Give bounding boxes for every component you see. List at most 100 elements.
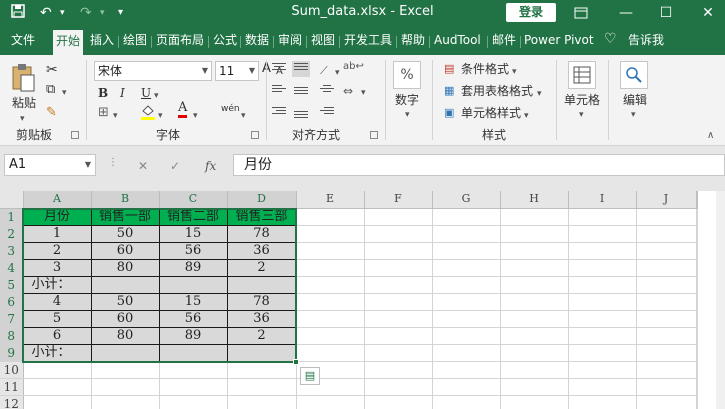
font-color-icon[interactable]: A bbox=[178, 101, 188, 118]
paste-icon[interactable] bbox=[10, 63, 36, 97]
row-header-6[interactable]: 6 bbox=[0, 293, 24, 311]
cells-dropdown-icon[interactable]: ▾ bbox=[579, 107, 584, 123]
empty-cell[interactable] bbox=[636, 395, 697, 409]
clipboard-launcher-icon[interactable] bbox=[71, 131, 79, 139]
empty-cell[interactable] bbox=[432, 242, 501, 260]
italic-button[interactable]: I bbox=[120, 85, 125, 101]
empty-cell[interactable] bbox=[296, 259, 365, 277]
column-header-j[interactable]: J bbox=[636, 191, 697, 209]
empty-cell[interactable] bbox=[636, 361, 697, 379]
empty-cell[interactable] bbox=[696, 208, 698, 226]
wrap-text-icon[interactable]: ab↩ bbox=[343, 59, 364, 75]
orientation-dropdown-icon[interactable]: ▾ bbox=[335, 65, 340, 81]
column-header-i[interactable]: I bbox=[568, 191, 637, 209]
table-header-cell[interactable]: 销售二部 bbox=[158, 207, 228, 226]
empty-cell[interactable] bbox=[364, 208, 433, 226]
empty-cell[interactable] bbox=[23, 378, 92, 396]
row-header-4[interactable]: 4 bbox=[0, 259, 24, 277]
table-cell[interactable]: 2 bbox=[226, 258, 297, 277]
table-cell[interactable] bbox=[90, 343, 160, 362]
empty-cell[interactable] bbox=[296, 327, 365, 345]
row-header-2[interactable]: 2 bbox=[0, 225, 24, 243]
orientation-icon[interactable]: ⟋ bbox=[320, 63, 328, 79]
underline-dropdown-icon[interactable]: ▾ bbox=[154, 88, 159, 104]
tab-home[interactable]: 开始 bbox=[53, 30, 84, 55]
worksheet-grid[interactable]: A B C D E F G H I J 1 月份 销售一部 销售二部 销售三部 2 1 50 15 78 3 2 60 56 3… bbox=[0, 191, 725, 409]
column-header-h[interactable]: H bbox=[500, 191, 569, 209]
empty-cell[interactable] bbox=[432, 310, 501, 328]
font-launcher-icon[interactable] bbox=[251, 131, 259, 139]
fill-handle[interactable] bbox=[293, 359, 299, 365]
align-center-icon[interactable] bbox=[318, 83, 336, 99]
empty-cell[interactable] bbox=[227, 361, 297, 379]
ribbon-display-icon[interactable] bbox=[566, 2, 596, 24]
copy-dropdown-icon[interactable]: ▾ bbox=[62, 85, 67, 101]
row-header-8[interactable]: 8 bbox=[0, 327, 24, 345]
column-header-a[interactable]: A bbox=[23, 191, 92, 209]
align-left-icon[interactable] bbox=[270, 83, 288, 99]
maximize-icon[interactable]: ☐ bbox=[651, 2, 681, 24]
empty-cell[interactable] bbox=[500, 208, 569, 226]
table-cell[interactable]: 56 bbox=[158, 309, 228, 328]
number-format-icon[interactable]: % bbox=[393, 61, 421, 89]
table-cell[interactable]: 36 bbox=[226, 309, 297, 328]
cancel-icon[interactable]: ✕ bbox=[138, 159, 148, 173]
empty-cell[interactable] bbox=[500, 259, 569, 277]
minimize-icon[interactable]: — bbox=[611, 2, 641, 24]
empty-cell[interactable] bbox=[636, 310, 697, 328]
vertical-scrollbar[interactable] bbox=[716, 191, 725, 409]
empty-cell[interactable] bbox=[636, 344, 697, 362]
table-header-cell[interactable]: 销售三部 bbox=[226, 207, 297, 226]
paste-label[interactable]: 粘贴 bbox=[12, 95, 36, 111]
row-header-7[interactable]: 7 bbox=[0, 310, 24, 328]
empty-cell[interactable] bbox=[432, 327, 501, 345]
empty-cell[interactable] bbox=[696, 327, 698, 345]
collapse-ribbon-icon[interactable]: ∧ bbox=[707, 128, 714, 144]
conditional-format-button[interactable]: 条件格式 bbox=[461, 61, 509, 77]
tab-help[interactable]: 帮助 bbox=[401, 32, 425, 49]
cell-styles-icon[interactable]: ▣ bbox=[444, 105, 454, 121]
empty-cell[interactable] bbox=[568, 242, 637, 260]
empty-cell[interactable] bbox=[432, 208, 501, 226]
table-cell[interactable]: 80 bbox=[90, 326, 160, 345]
empty-cell[interactable] bbox=[23, 395, 92, 409]
table-cell[interactable]: 78 bbox=[226, 292, 297, 311]
row-header-12[interactable]: 12 bbox=[0, 395, 24, 409]
column-header-c[interactable]: C bbox=[159, 191, 228, 209]
empty-cell[interactable] bbox=[696, 259, 698, 277]
empty-cell[interactable] bbox=[500, 344, 569, 362]
empty-cell[interactable] bbox=[500, 395, 569, 409]
fill-color-icon[interactable] bbox=[140, 103, 156, 125]
empty-cell[interactable] bbox=[568, 395, 637, 409]
column-header-e[interactable]: E bbox=[296, 191, 365, 209]
empty-cell[interactable] bbox=[568, 310, 637, 328]
tab-power-pivot[interactable]: Power Pivot bbox=[524, 32, 594, 49]
editing-dropdown-icon[interactable]: ▾ bbox=[631, 107, 636, 123]
middle-align-icon[interactable] bbox=[292, 83, 310, 99]
empty-cell[interactable] bbox=[500, 276, 569, 294]
empty-cell[interactable] bbox=[364, 344, 433, 362]
cells-label[interactable]: 单元格 bbox=[564, 92, 600, 108]
table-cell[interactable]: 56 bbox=[158, 241, 228, 260]
empty-cell[interactable] bbox=[636, 242, 697, 260]
save-icon[interactable] bbox=[10, 3, 26, 25]
column-header-g[interactable]: G bbox=[432, 191, 501, 209]
indent-icon[interactable] bbox=[270, 105, 288, 121]
empty-cell[interactable] bbox=[296, 293, 365, 311]
empty-cell[interactable] bbox=[296, 276, 365, 294]
table-cell[interactable]: 60 bbox=[90, 241, 160, 260]
empty-cell[interactable] bbox=[500, 293, 569, 311]
empty-cell[interactable] bbox=[23, 361, 92, 379]
empty-cell[interactable] bbox=[636, 208, 697, 226]
empty-cell[interactable] bbox=[91, 378, 160, 396]
empty-cell[interactable] bbox=[364, 225, 433, 243]
empty-cell[interactable] bbox=[696, 344, 698, 362]
empty-cell[interactable] bbox=[636, 225, 697, 243]
empty-cell[interactable] bbox=[159, 378, 228, 396]
table-header-cell[interactable]: 销售一部 bbox=[90, 207, 160, 226]
table-cell[interactable]: 5 bbox=[22, 309, 92, 328]
cell-styles-button[interactable]: 单元格样式 bbox=[461, 105, 521, 121]
borders-icon[interactable]: ⊞ bbox=[98, 105, 109, 121]
empty-cell[interactable] bbox=[432, 378, 501, 396]
tab-audtool[interactable]: AudTool bbox=[434, 32, 481, 49]
